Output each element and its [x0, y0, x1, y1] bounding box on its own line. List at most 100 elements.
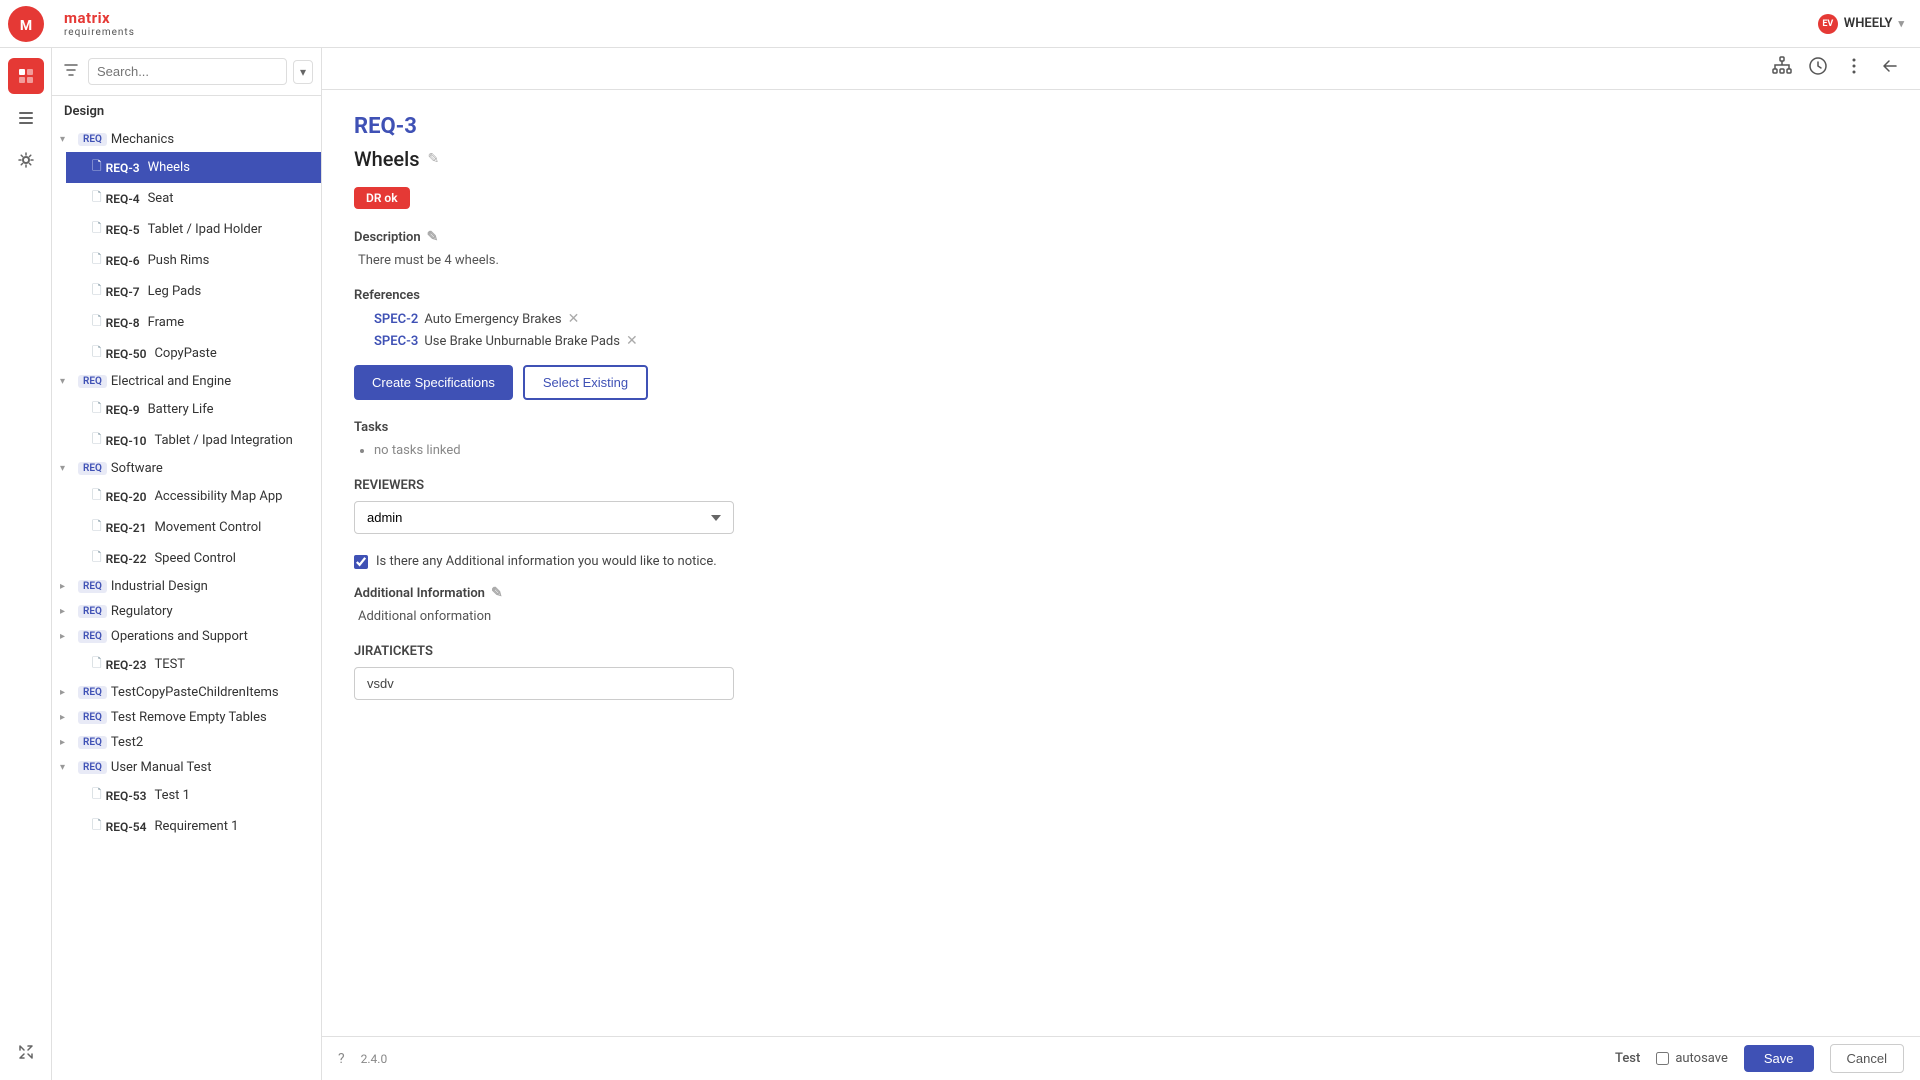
save-button[interactable]: Save	[1744, 1045, 1814, 1072]
description-edit-icon[interactable]: ✎	[427, 229, 439, 245]
doc-icon: 🗋	[92, 157, 102, 178]
sidebar-item-req50[interactable]: 🗋 REQ-50 CopyPaste	[66, 338, 321, 369]
additional-checkbox[interactable]	[354, 555, 368, 569]
ref-remove-spec3[interactable]: ✕	[626, 333, 638, 349]
hierarchy-icon[interactable]	[1772, 56, 1792, 81]
req-badge: REQ	[78, 761, 107, 774]
spec-buttons-row: Create Specifications Select Existing	[354, 365, 1888, 400]
help-icon[interactable]: ?	[338, 1051, 345, 1067]
description-text: There must be 4 wheels.	[354, 253, 1888, 268]
item-id: REQ-22	[106, 552, 147, 566]
create-specifications-button[interactable]: Create Specifications	[354, 365, 513, 400]
additional-info-label: Additional Information	[354, 586, 485, 601]
doc-icon: 🗋	[92, 343, 102, 364]
sidebar-item-req6[interactable]: 🗋 REQ-6 Push Rims	[66, 245, 321, 276]
sidebar-group-usermanual[interactable]: ▾ REQ User Manual Test	[52, 755, 321, 780]
chevron-down-icon: ▾	[60, 134, 72, 145]
ref-remove-spec2[interactable]: ✕	[568, 311, 580, 327]
history-icon[interactable]	[1808, 56, 1828, 81]
ref-link-spec2[interactable]: SPEC-2	[374, 312, 418, 327]
sidebar-group-regulatory[interactable]: ▸ REQ Regulatory	[52, 599, 321, 624]
group-name: Test Remove Empty Tables	[111, 710, 313, 725]
req-badge: REQ	[78, 580, 107, 593]
sidebar-item-req7[interactable]: 🗋 REQ-7 Leg Pads	[66, 276, 321, 307]
nav-tools-icon[interactable]	[8, 142, 44, 178]
sidebar-item-req4[interactable]: 🗋 REQ-4 Seat	[66, 183, 321, 214]
wheely-brand[interactable]: EV WHEELY ▾	[1818, 14, 1904, 34]
sidebar-group-industrial[interactable]: ▸ REQ Industrial Design	[52, 574, 321, 599]
sidebar-group-electrical[interactable]: ▾ REQ Electrical and Engine	[52, 369, 321, 394]
doc-icon: 🗋	[92, 654, 102, 675]
ref-link-spec3[interactable]: SPEC-3	[374, 334, 418, 349]
chevron-right-icon: ▸	[60, 606, 72, 617]
sidebar-item-req8[interactable]: 🗋 REQ-8 Frame	[66, 307, 321, 338]
sidebar-section-label: Design	[52, 96, 321, 127]
back-icon[interactable]	[1880, 56, 1900, 81]
filter-icon[interactable]	[60, 59, 82, 85]
sidebar-item-req23[interactable]: 🗋 REQ-23 TEST	[66, 649, 321, 680]
footer-bar: ? 2.4.0 Test autosave Save Cancel	[322, 1036, 1920, 1080]
group-name: User Manual Test	[111, 760, 313, 775]
doc-icon: 🗋	[92, 486, 102, 507]
autosave-row: autosave	[1656, 1051, 1728, 1066]
sidebar-group-testremove[interactable]: ▸ REQ Test Remove Empty Tables	[52, 705, 321, 730]
chevron-right-icon: ▸	[60, 712, 72, 723]
nav-design-icon[interactable]	[8, 58, 44, 94]
sidebar-group-mechanics[interactable]: ▾ REQ Mechanics	[52, 127, 321, 152]
item-name: Movement Control	[154, 520, 313, 535]
more-options-icon[interactable]	[1844, 56, 1864, 81]
nav-expand-icon[interactable]	[8, 1034, 44, 1070]
chevron-right-icon: ▸	[60, 687, 72, 698]
sidebar-item-req9[interactable]: 🗋 REQ-9 Battery Life	[66, 394, 321, 425]
search-input[interactable]	[88, 58, 287, 85]
sidebar-item-req53[interactable]: 🗋 REQ-53 Test 1	[66, 780, 321, 811]
reference-item-1: SPEC-2 Auto Emergency Brakes ✕	[374, 311, 1888, 327]
reviewers-select[interactable]: admin	[354, 501, 734, 534]
sidebar-item-req21[interactable]: 🗋 REQ-21 Movement Control	[66, 512, 321, 543]
sidebar-item-req10[interactable]: 🗋 REQ-10 Tablet / Ipad Integration	[66, 425, 321, 456]
record-title-row: Wheels ✎	[354, 147, 1888, 171]
cancel-button[interactable]: Cancel	[1830, 1044, 1904, 1073]
item-id: REQ-21	[106, 521, 147, 535]
sidebar-item-req3[interactable]: 🗋 REQ-3 Wheels	[66, 152, 321, 183]
sidebar-item-req5[interactable]: 🗋 REQ-5 Tablet / Ipad Holder	[66, 214, 321, 245]
record-id: REQ-3	[354, 114, 1888, 139]
item-name: Requirement 1	[154, 819, 313, 834]
tasks-section: Tasks no tasks linked	[354, 420, 1888, 458]
nav-list-icon[interactable]	[8, 100, 44, 136]
search-dropdown[interactable]: ▾	[293, 60, 313, 84]
req-badge: REQ	[78, 375, 107, 388]
additional-info-edit-icon[interactable]: ✎	[491, 585, 503, 601]
sidebar-group-operations[interactable]: ▸ REQ Operations and Support	[52, 624, 321, 649]
sidebar-group-test2[interactable]: ▸ REQ Test2	[52, 730, 321, 755]
sidebar-item-req22[interactable]: 🗋 REQ-22 Speed Control	[66, 543, 321, 574]
status-badge: DR ok	[354, 187, 410, 209]
autosave-label: autosave	[1675, 1051, 1728, 1066]
item-name: Speed Control	[154, 551, 313, 566]
item-name: Push Rims	[148, 253, 313, 268]
sidebar-item-req20[interactable]: 🗋 REQ-20 Accessibility Map App	[66, 481, 321, 512]
group-name: Software	[111, 461, 313, 476]
jira-input[interactable]	[354, 667, 734, 700]
sidebar-group-software[interactable]: ▾ REQ Software	[52, 456, 321, 481]
chevron-down-icon: ▾	[60, 463, 72, 474]
req-badge: REQ	[78, 630, 107, 643]
sidebar-group-testcopy[interactable]: ▸ REQ TestCopyPasteChildrenItems	[52, 680, 321, 705]
item-name: Frame	[148, 315, 313, 330]
autosave-checkbox[interactable]	[1656, 1052, 1669, 1065]
jira-section: JIRATICKETS	[354, 644, 1888, 700]
req-badge: REQ	[78, 605, 107, 618]
item-id: REQ-4	[106, 192, 140, 206]
item-id: REQ-53	[106, 789, 147, 803]
doc-icon: 🗋	[92, 517, 102, 538]
sidebar-item-req54[interactable]: 🗋 REQ-54 Requirement 1	[66, 811, 321, 842]
app-name-requirements: requirements	[64, 27, 135, 38]
app-logo: M	[8, 6, 44, 42]
left-icon-bar	[0, 48, 52, 1080]
select-existing-button[interactable]: Select Existing	[523, 365, 648, 400]
req-badge: REQ	[78, 686, 107, 699]
group-name: TestCopyPasteChildrenItems	[111, 685, 313, 700]
additional-info-text: Additional onformation	[354, 609, 1888, 624]
item-name: Battery Life	[148, 402, 313, 417]
title-edit-icon[interactable]: ✎	[428, 151, 440, 167]
